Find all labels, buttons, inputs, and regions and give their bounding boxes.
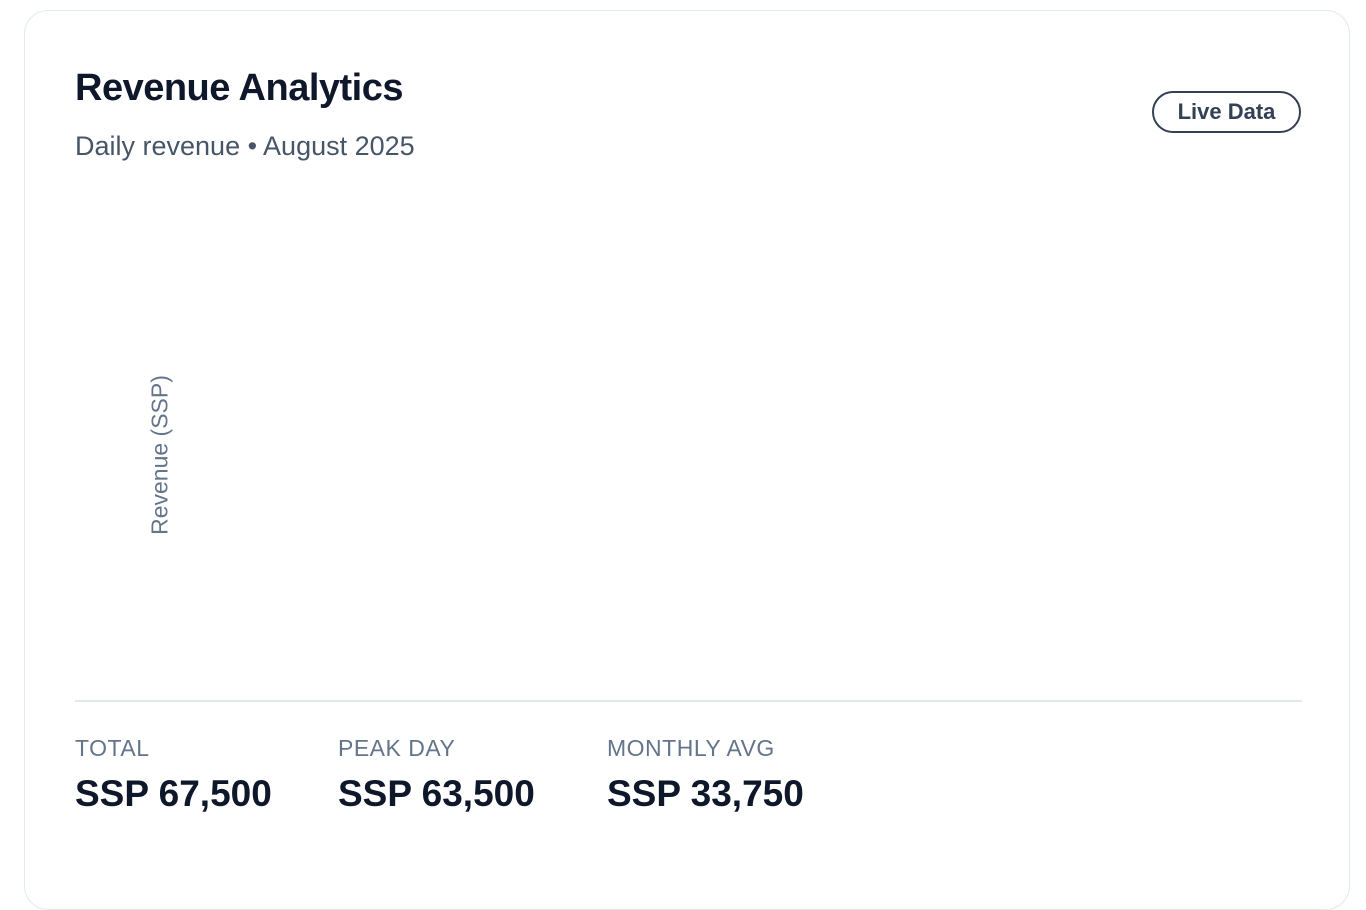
live-data-badge: Live Data: [1152, 91, 1301, 133]
stat-total-label: TOTAL: [75, 735, 150, 761]
stat-total-value: SSP 67,500: [75, 773, 272, 814]
chart-y-axis-label: Revenue (SSP): [146, 375, 173, 535]
stat-peak-day-label: PEAK DAY: [338, 735, 456, 761]
stat-peak-day-value: SSP 63,500: [338, 773, 535, 814]
revenue-analytics-card: Revenue Analytics Daily revenue • August…: [24, 10, 1350, 910]
stat-total: TOTAL SSP 67,500: [75, 734, 272, 816]
revenue-chart: [75, 191, 1302, 696]
card-subtitle: Daily revenue • August 2025: [75, 131, 415, 161]
revenue-chart-svg: [75, 191, 1302, 696]
stat-monthly-avg-label: MONTHLY AVG: [607, 735, 775, 761]
stat-monthly-avg-value: SSP 33,750: [607, 773, 804, 814]
card-title: Revenue Analytics: [75, 67, 404, 109]
stat-monthly-avg: MONTHLY AVG SSP 33,750: [607, 734, 804, 816]
stats-divider: [75, 700, 1302, 702]
stat-peak-day: PEAK DAY SSP 63,500: [338, 734, 535, 816]
